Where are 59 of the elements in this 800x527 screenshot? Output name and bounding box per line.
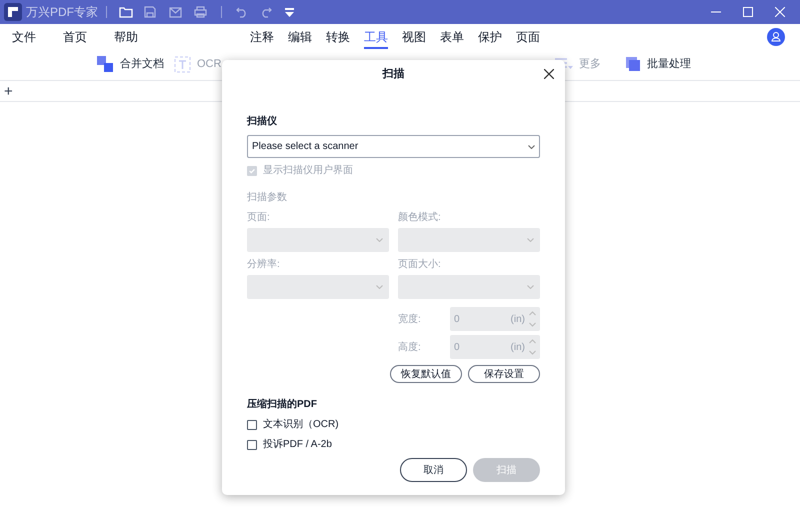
app-logo-icon [4,3,22,21]
ribbon-tab[interactable]: 转换 [326,25,350,49]
folder-icon[interactable] [119,6,133,18]
cancel-button[interactable]: 取消 [400,458,467,482]
param-button[interactable]: 恢复默认值 [390,365,462,383]
checkbox-label: 投诉PDF / A-2b [263,438,332,452]
chevron-icon [376,238,383,242]
dialog-title: 扫描 [382,66,404,82]
redo-icon[interactable] [260,6,272,18]
section-heading: 扫描仪 [247,114,278,129]
ribbon-tab[interactable]: 视图 [402,25,426,49]
select-field[interactable] [398,228,540,252]
chevron-icon [527,238,534,242]
chevron-icon [376,285,383,289]
account-icon[interactable] [767,28,785,46]
field-label: 宽度: [398,312,422,326]
checkbox[interactable] [247,420,257,430]
menu-item[interactable]: 帮助 [114,28,138,46]
toolbar-button[interactable]: 合并文档 [96,55,164,73]
field-label: 分辨率: [247,258,281,272]
undo-icon[interactable] [236,6,248,18]
chevron-icon [527,285,534,289]
ribbon-tab[interactable]: 页面 [516,25,540,49]
select-field[interactable] [247,275,389,299]
checkbox[interactable] [247,440,257,450]
section-heading: 压缩扫描的PDF [247,398,318,412]
close-icon[interactable] [544,69,554,79]
field-label: 页面: [247,211,271,225]
select-field[interactable] [247,228,389,252]
section-heading: 扫描参数 [247,190,288,205]
select-field[interactable] [398,275,540,299]
spinner-icon[interactable] [529,310,536,328]
ribbon-tab[interactable]: 编辑 [288,25,312,49]
menu-item[interactable]: 文件 [12,28,36,46]
checkbox-label: 显示扫描仪用户界面 [263,164,353,178]
add-tab-button[interactable]: + [4,84,13,98]
checkbox-label: 文本识别（OCR) [263,418,339,432]
text-icon [174,56,191,72]
field-label: 高度: [398,340,422,354]
field-label: 页面大小: [398,258,442,272]
ribbon-tab[interactable]: 工具 [364,25,388,49]
merge-icon [96,55,114,73]
print-icon[interactable] [194,6,207,18]
spinner-icon[interactable] [529,338,536,356]
field-label: 颜色模式: [398,210,442,225]
stack-icon [625,56,641,72]
param-button[interactable]: 保存设置 [468,365,540,383]
toolbar-button[interactable]: 批量处理 [625,56,691,72]
ribbon-tab[interactable]: 保护 [478,25,502,49]
maximize-icon[interactable] [743,7,753,17]
ribbon-tab[interactable]: 注释 [250,25,274,49]
menu-item[interactable]: 首页 [63,28,87,46]
dropdown-icon[interactable] [284,6,295,18]
save-icon[interactable] [144,6,156,18]
app-name: 万兴PDF专家 [26,4,98,21]
mail-icon[interactable] [169,6,182,18]
chevron-icon [528,144,535,148]
scanner-select[interactable]: Please select a scanner [247,135,540,158]
ribbon-tab[interactable]: 表单 [440,25,464,49]
